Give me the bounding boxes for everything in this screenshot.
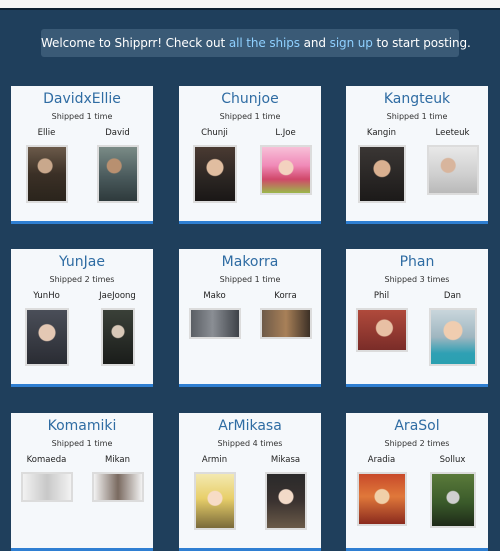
- ship-title[interactable]: Makorra: [179, 254, 321, 270]
- character-photo[interactable]: [357, 145, 406, 203]
- character-name: L.Joe: [275, 128, 296, 138]
- character-photo[interactable]: [188, 308, 241, 339]
- ship-count: Shipped 1 time: [219, 112, 281, 121]
- ship-card[interactable]: Makorra Shipped 1 time Mako Korra: [179, 249, 321, 387]
- ship-title[interactable]: Chunjoe: [179, 91, 321, 107]
- character-name: Armin: [201, 455, 228, 465]
- character-photo[interactable]: [355, 308, 408, 352]
- welcome-middle: and: [299, 36, 330, 50]
- character-name: Sollux: [439, 455, 466, 465]
- character-name: Aradia: [367, 455, 396, 465]
- character-photo[interactable]: [20, 472, 73, 502]
- ship-count: Shipped 3 times: [384, 275, 450, 284]
- character-photo[interactable]: [193, 472, 236, 530]
- ship-title[interactable]: Phan: [346, 254, 488, 270]
- character-photo[interactable]: [91, 472, 144, 502]
- ship-card[interactable]: Kangteuk Shipped 1 time Kangin Leeteuk: [346, 86, 488, 224]
- character-name: Mako: [203, 291, 226, 301]
- character-name: Komaeda: [26, 455, 67, 465]
- character-photo[interactable]: [426, 145, 479, 195]
- ship-card[interactable]: YunJae Shipped 2 times YunHo JaeJoong: [11, 249, 153, 387]
- character-photo[interactable]: [96, 145, 139, 203]
- ship-count: Shipped 1 time: [51, 112, 113, 121]
- character-name: David: [105, 128, 130, 138]
- ship-count: Shipped 1 time: [386, 112, 448, 121]
- character-photo[interactable]: [259, 145, 312, 195]
- top-bar-border: [0, 8, 500, 10]
- welcome-suffix: to start posting.: [372, 36, 471, 50]
- ship-card[interactable]: Chunjoe Shipped 1 time Chunji L.Joe: [179, 86, 321, 224]
- top-bar: [0, 0, 500, 8]
- ship-card[interactable]: Phan Shipped 3 times Phil Dan: [346, 249, 488, 387]
- character-photo[interactable]: [356, 472, 407, 526]
- character-name: Leeteuk: [435, 128, 470, 138]
- character-name: Korra: [274, 291, 297, 301]
- character-name: Phil: [373, 291, 390, 301]
- character-photo[interactable]: [259, 308, 312, 339]
- all-ships-link[interactable]: all the ships: [229, 36, 300, 50]
- character-photo[interactable]: [24, 308, 69, 366]
- ship-title[interactable]: ArMikasa: [179, 418, 321, 434]
- character-name: Kangin: [366, 128, 397, 138]
- character-photo[interactable]: [264, 472, 307, 530]
- ship-title[interactable]: Kangteuk: [346, 91, 488, 107]
- ship-card[interactable]: Komamiki Shipped 1 time Komaeda Mikan: [11, 413, 153, 551]
- character-photo[interactable]: [25, 145, 68, 203]
- character-photo[interactable]: [429, 472, 476, 528]
- welcome-banner: Welcome to Shipprr! Check out all the sh…: [41, 29, 471, 57]
- character-name: Ellie: [37, 128, 56, 138]
- character-photo[interactable]: [192, 145, 237, 203]
- ship-title[interactable]: Komamiki: [11, 418, 153, 434]
- ship-count: Shipped 1 time: [51, 439, 113, 448]
- character-name: Chunji: [201, 128, 228, 138]
- character-name: YunHo: [33, 291, 60, 301]
- ship-title[interactable]: AraSol: [346, 418, 488, 434]
- ship-count: Shipped 2 times: [49, 275, 115, 284]
- ship-count: Shipped 4 times: [217, 439, 283, 448]
- ship-card[interactable]: ArMikasa Shipped 4 times Armin Mikasa: [179, 413, 321, 551]
- ship-count: Shipped 2 times: [384, 439, 450, 448]
- ship-title[interactable]: DavidxEllie: [11, 91, 153, 107]
- welcome-prefix: Welcome to Shipprr! Check out: [41, 36, 229, 50]
- character-photo[interactable]: [428, 308, 477, 366]
- character-photo[interactable]: [100, 308, 135, 366]
- character-name: Mikan: [104, 455, 131, 465]
- ship-title[interactable]: YunJae: [11, 254, 153, 270]
- character-name: Mikasa: [270, 455, 301, 465]
- ship-count: Shipped 1 time: [219, 275, 281, 284]
- character-name: Dan: [443, 291, 462, 301]
- ship-card[interactable]: AraSol Shipped 2 times Aradia Sollux: [346, 413, 488, 551]
- ship-card[interactable]: DavidxEllie Shipped 1 time Ellie David: [11, 86, 153, 224]
- character-name: JaeJoong: [99, 291, 136, 301]
- sign-up-link[interactable]: sign up: [330, 36, 373, 50]
